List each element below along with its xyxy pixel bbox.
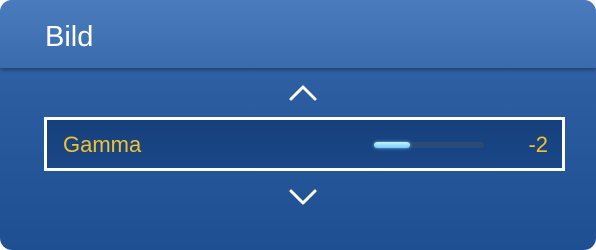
- picture-menu-panel: Bild Gamma -2: [0, 0, 596, 250]
- gamma-slider[interactable]: [374, 142, 484, 148]
- gamma-label: Gamma: [63, 132, 142, 157]
- menu-title: Bild: [45, 21, 94, 53]
- gamma-setting-row[interactable]: Gamma -2: [44, 117, 565, 171]
- gamma-value: -2: [528, 132, 548, 157]
- chevron-down-icon[interactable]: [283, 184, 323, 210]
- chevron-up-icon[interactable]: [283, 80, 323, 106]
- gamma-slider-fill: [374, 142, 411, 148]
- menu-header: Bild: [0, 0, 596, 68]
